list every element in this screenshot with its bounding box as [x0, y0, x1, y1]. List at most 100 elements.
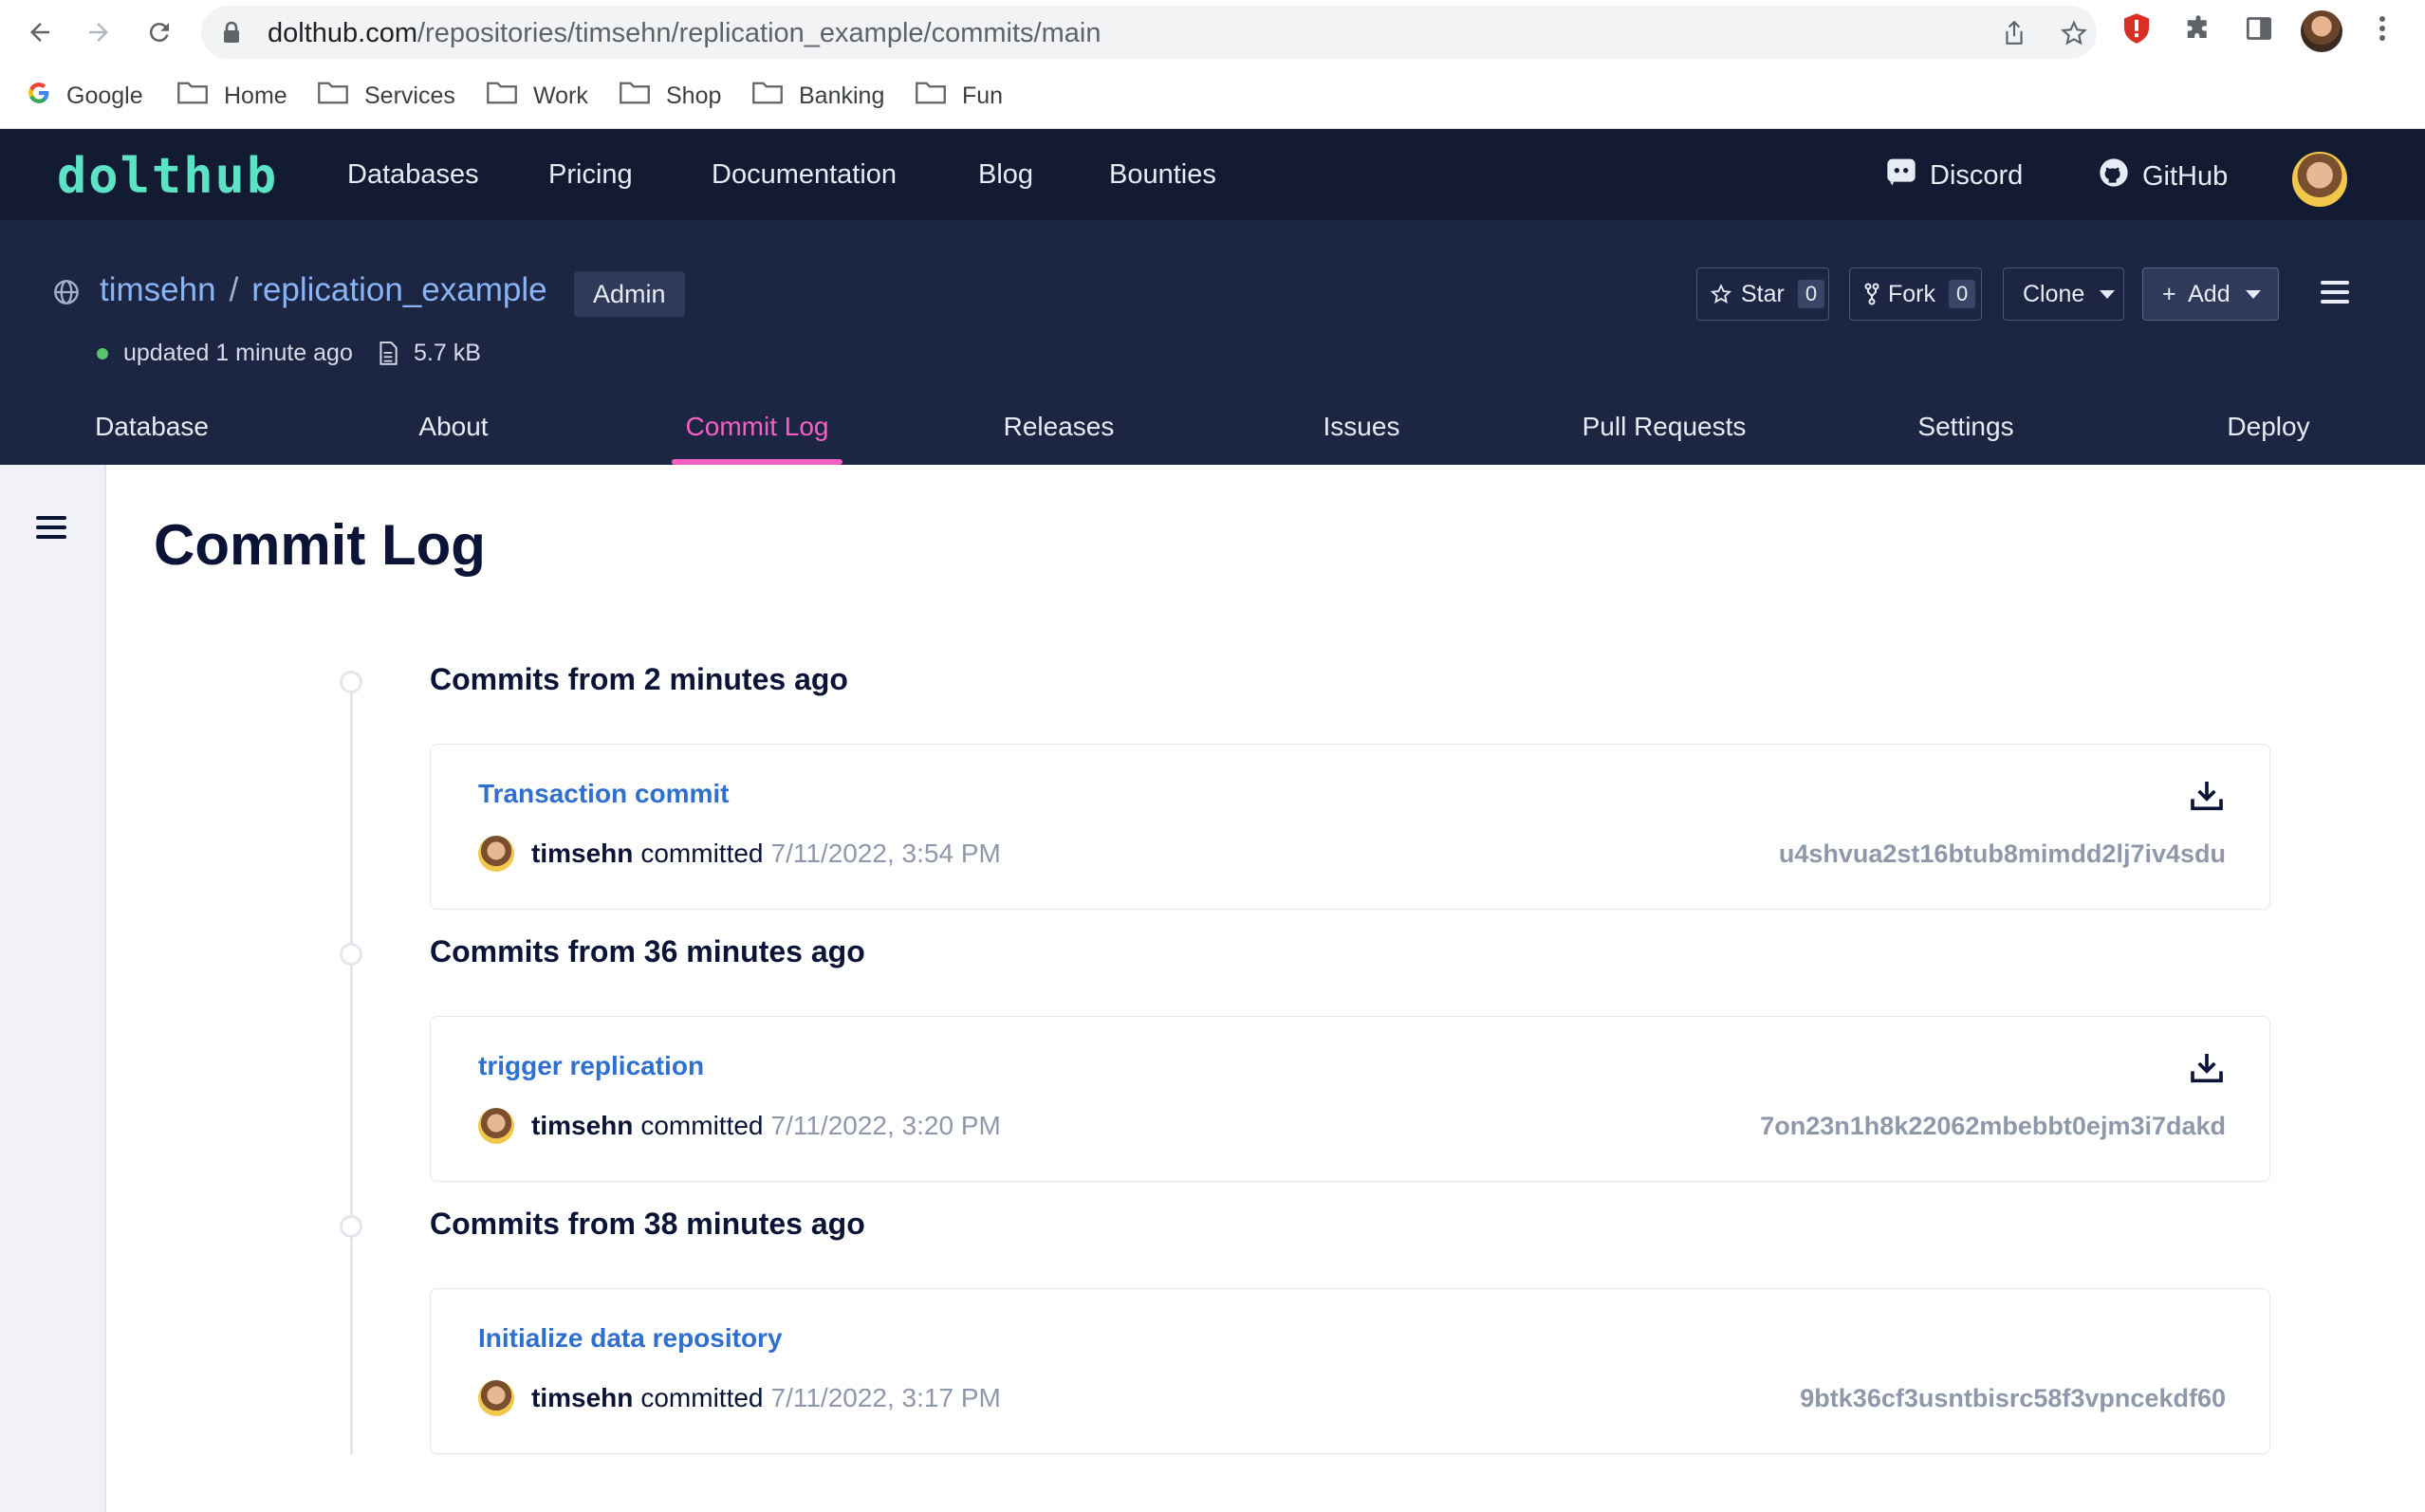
commit-card: trigger replication timsehn committed 7/… — [430, 1016, 2270, 1182]
author-name[interactable]: timsehn — [531, 839, 633, 869]
commit-group-heading: Commits from 36 minutes ago — [430, 934, 865, 968]
reload-icon[interactable] — [140, 13, 178, 51]
browser-profile-avatar[interactable] — [2301, 10, 2342, 52]
commit-verb: committed — [640, 1111, 764, 1140]
tab-releases[interactable]: Releases — [973, 398, 1144, 465]
commit-message-link[interactable]: Initialize data repository — [478, 1323, 783, 1354]
tab-issues[interactable]: Issues — [1276, 398, 1447, 465]
download-icon[interactable] — [2188, 1049, 2226, 1087]
shield-extension-icon[interactable] — [2120, 12, 2153, 45]
timeline-line — [350, 681, 353, 1454]
tab-commit-log[interactable]: Commit Log — [672, 398, 842, 465]
clone-label: Clone — [2023, 280, 2085, 307]
bookmark-label: Services — [364, 82, 455, 109]
back-icon[interactable] — [21, 13, 59, 51]
star-count: 0 — [1797, 280, 1825, 308]
folder-icon — [317, 81, 364, 112]
bookmark-services[interactable]: Services — [317, 78, 455, 114]
share-icon[interactable] — [2000, 19, 2028, 47]
google-icon — [27, 81, 66, 112]
bookmark-home[interactable]: Home — [176, 78, 287, 114]
star-icon — [1711, 284, 1731, 304]
bookmark-fun[interactable]: Fun — [915, 78, 1003, 114]
fork-count: 0 — [1949, 280, 1976, 308]
globe-icon — [53, 279, 80, 310]
sidebar-toggle-icon[interactable] — [36, 516, 66, 544]
tab-deploy[interactable]: Deploy — [2183, 398, 2354, 465]
repo-tabs: Database About Commit Log Releases Issue… — [0, 398, 2425, 465]
bookmark-shop[interactable]: Shop — [619, 78, 721, 114]
bookmark-google[interactable]: Google — [27, 78, 143, 114]
commit-hash-link[interactable]: 7on23n1h8k22062mbebbt0ejm3i7dakd — [1760, 1112, 2226, 1141]
puzzle-extensions-icon[interactable] — [2182, 12, 2214, 45]
bookmark-label: Fun — [962, 82, 1004, 109]
add-label: + Add — [2162, 280, 2231, 307]
clone-button[interactable]: Clone — [2003, 267, 2124, 321]
commit-hash-link[interactable]: 9btk36cf3usntbisrc58f3vpncekdf60 — [1800, 1384, 2226, 1413]
star-button[interactable]: Star 0 — [1696, 267, 1829, 321]
chevron-down-icon — [2100, 289, 2116, 299]
folder-icon — [176, 81, 224, 112]
folder-icon — [915, 81, 962, 112]
author-avatar — [478, 1108, 514, 1144]
browser-toolbar: dolthub.com/repositories/timsehn/replica… — [0, 0, 2425, 65]
commit-author-row: timsehn committed 7/11/2022, 3:20 PM — [478, 1108, 1001, 1144]
commit-message-link[interactable]: trigger replication — [478, 1051, 704, 1081]
author-name[interactable]: timsehn — [531, 1111, 633, 1141]
bookmark-banking[interactable]: Banking — [751, 78, 884, 114]
commit-author-row: timsehn committed 7/11/2022, 3:17 PM — [478, 1380, 1001, 1416]
updated-text: updated 1 minute ago — [123, 340, 353, 366]
tab-database[interactable]: Database — [66, 398, 237, 465]
bookmark-label: Banking — [799, 82, 885, 109]
tab-about[interactable]: About — [368, 398, 539, 465]
fork-button[interactable]: Fork 0 — [1849, 267, 1982, 321]
site-navbar: dolthub Databases Pricing Documentation … — [0, 129, 2425, 220]
timeline-dot — [340, 671, 362, 693]
address-bar[interactable]: dolthub.com/repositories/timsehn/replica… — [201, 6, 2097, 59]
forward-icon[interactable] — [80, 13, 118, 51]
commit-verb: committed — [640, 839, 764, 868]
commit-group-heading: Commits from 38 minutes ago — [430, 1207, 865, 1241]
repo-owner-link[interactable]: timsehn — [100, 271, 216, 308]
commit-message-link[interactable]: Transaction commit — [478, 779, 730, 809]
bookmark-label: Shop — [666, 82, 722, 109]
status-dot — [97, 347, 108, 360]
fork-label: Fork — [1888, 280, 1935, 307]
bookmark-star-icon[interactable] — [2060, 19, 2088, 47]
commit-hash-link[interactable]: u4shvua2st16btub8mimdd2lj7iv4sdu — [1779, 839, 2226, 869]
github-link[interactable]: GitHub — [2099, 157, 2228, 195]
tab-settings[interactable]: Settings — [1880, 398, 2051, 465]
nav-blog[interactable]: Blog — [978, 159, 1033, 191]
chevron-down-icon — [2245, 289, 2261, 299]
repo-title: timsehn / replication_example — [100, 271, 547, 309]
timeline-dot — [340, 1215, 362, 1238]
updated-meta: updated 1 minute ago — [97, 340, 353, 367]
bookmark-work[interactable]: Work — [486, 78, 588, 114]
commit-author-row: timsehn committed 7/11/2022, 3:54 PM — [478, 836, 1001, 872]
bookmark-label: Work — [533, 82, 588, 109]
author-name[interactable]: timsehn — [531, 1383, 633, 1413]
lock-icon — [222, 21, 241, 48]
nav-bounties[interactable]: Bounties — [1109, 159, 1216, 191]
discord-link[interactable]: Discord — [1886, 157, 2023, 194]
bookmark-label: Home — [224, 82, 287, 109]
tab-pull-requests[interactable]: Pull Requests — [1550, 398, 1778, 465]
nav-documentation[interactable]: Documentation — [712, 159, 897, 191]
download-icon[interactable] — [2188, 777, 2226, 815]
star-label: Star — [1741, 280, 1785, 307]
repo-name-link[interactable]: replication_example — [251, 271, 546, 308]
nav-pricing[interactable]: Pricing — [548, 159, 633, 191]
side-panel-icon[interactable] — [2243, 12, 2275, 45]
commit-date: 7/11/2022, 3:17 PM — [770, 1383, 1001, 1412]
bookmarks-bar: Google Home Services Work Shop Banking F… — [0, 65, 2425, 129]
nav-databases[interactable]: Databases — [347, 159, 479, 191]
commit-group-heading: Commits from 2 minutes ago — [430, 662, 848, 696]
user-avatar[interactable] — [2292, 152, 2347, 207]
discord-label: Discord — [1930, 159, 2024, 191]
dolthub-logo[interactable]: dolthub — [57, 152, 278, 201]
repo-menu-icon[interactable] — [2321, 281, 2349, 309]
add-button[interactable]: + Add — [2142, 267, 2279, 321]
folder-icon — [619, 81, 666, 112]
commit-date: 7/11/2022, 3:20 PM — [770, 1111, 1001, 1140]
browser-menu-icon[interactable] — [2366, 12, 2398, 45]
